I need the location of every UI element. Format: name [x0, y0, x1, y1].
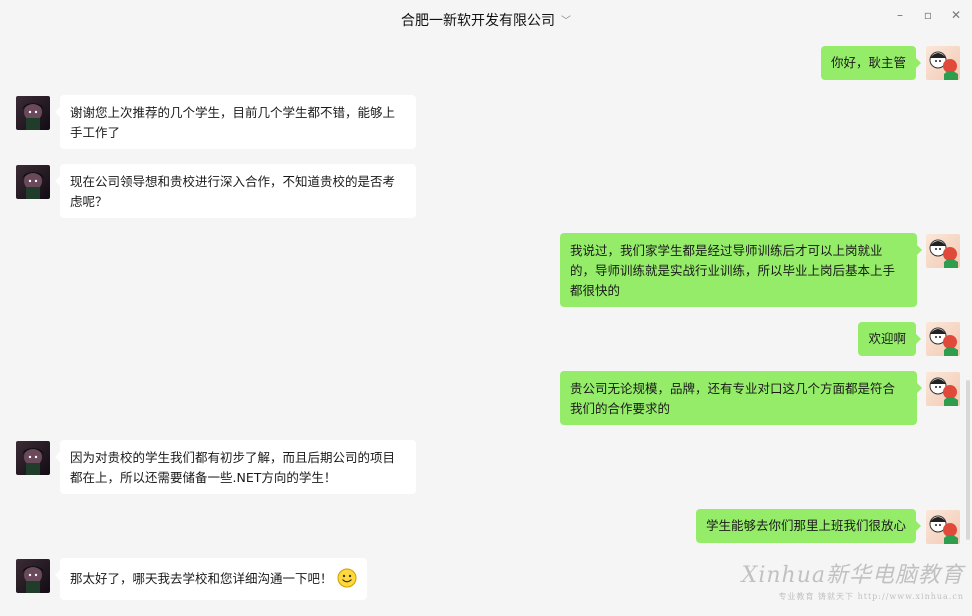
chat-title-text: 合肥一新软开发有限公司 [401, 13, 555, 29]
maximize-button[interactable]: ▫ [918, 8, 938, 22]
message-text: 那太好了，哪天我去学校和您详细沟通一下吧！ [70, 571, 333, 586]
message-bubble-contact[interactable]: 谢谢您上次推荐的几个学生，目前几个学生都不错，能够上手工作了 [55, 95, 416, 149]
watermark-brand: Xinhua新华电脑教育 [741, 563, 964, 588]
minimize-button[interactable]: – [890, 8, 910, 22]
chevron-down-icon[interactable]: ﹀ [561, 12, 571, 27]
message-bubble-contact[interactable]: 现在公司领导想和贵校进行深入合作，不知道贵校的是否考虑呢？ [55, 164, 416, 218]
contact-avatar[interactable] [16, 165, 50, 199]
message-bubble-self[interactable]: 欢迎啊 [858, 322, 921, 356]
self-avatar[interactable] [926, 322, 960, 356]
message-bubble-self[interactable]: 学生能够去你们那里上班我们很放心 [695, 509, 922, 543]
message-bubble-self[interactable]: 我说过，我们家学生都是经过导师训练后才可以上岗就业的，导师训练就是实战行业训练，… [560, 233, 922, 307]
self-avatar[interactable] [926, 372, 960, 406]
contact-avatar[interactable] [16, 441, 50, 475]
watermark: Xinhua新华电脑教育 专业教育 铸就天下 http://www.xinhua… [742, 557, 964, 602]
title-bar: 合肥一新软开发有限公司 ﹀ – ▫ ✕ [0, 0, 972, 38]
contact-avatar[interactable] [16, 96, 50, 130]
self-avatar[interactable] [926, 510, 960, 544]
chat-scrollbar[interactable] [966, 380, 970, 540]
self-avatar[interactable] [926, 46, 960, 80]
smile-emoji-icon [337, 568, 357, 588]
message-bubble-contact[interactable]: 那太好了，哪天我去学校和您详细沟通一下吧！ [55, 558, 367, 600]
message-bubble-self[interactable]: 贵公司无论规模，品牌，还有专业对口这几个方面都是符合我们的合作要求的 [560, 371, 922, 425]
chat-title[interactable]: 合肥一新软开发有限公司 ﹀ [0, 10, 972, 30]
contact-avatar[interactable] [16, 559, 50, 593]
self-avatar[interactable] [926, 234, 960, 268]
watermark-slogan: 专业教育 铸就天下 http://www.xinhua.cn [778, 592, 964, 601]
message-bubble-self[interactable]: 你好，耿主管 [820, 46, 922, 80]
message-bubble-contact[interactable]: 因为对贵校的学生我们都有初步了解，而且后期公司的项目都在上，所以还需要储备一些.… [55, 440, 416, 494]
close-button[interactable]: ✕ [946, 8, 966, 22]
